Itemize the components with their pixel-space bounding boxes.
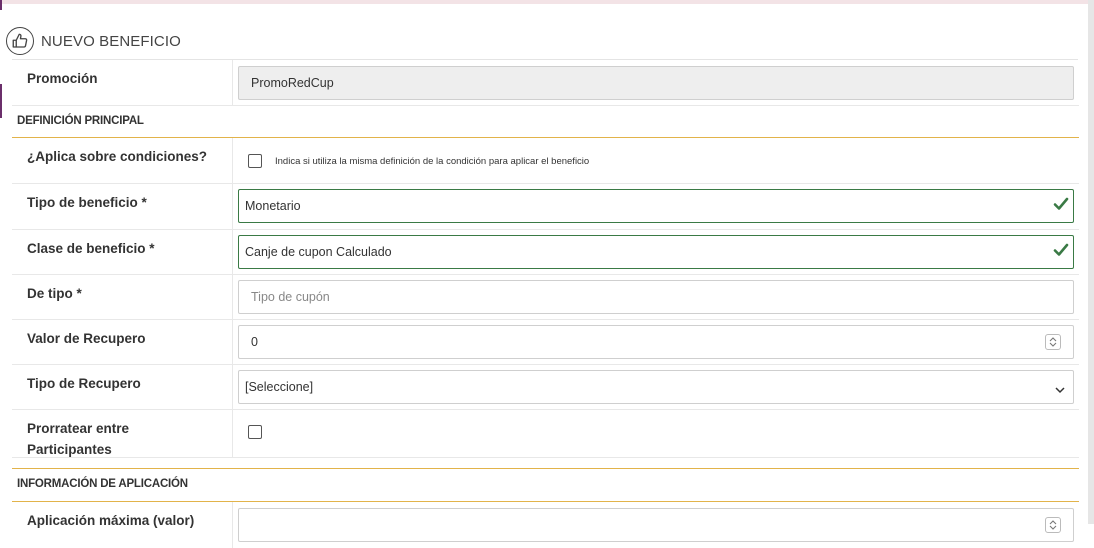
clase-beneficio-row: Clase de beneficio * Canje de cupon Calc… [12, 230, 1079, 275]
valor-recupero-input[interactable]: 0 [238, 325, 1074, 359]
clase-beneficio-label: Clase de beneficio * [27, 241, 155, 256]
row-divider [232, 60, 233, 105]
number-spinner-icon[interactable] [1045, 334, 1061, 350]
aplicacion-maxima-row: Aplicación máxima (valor) [12, 502, 1079, 548]
aplica-hint: Indica si utiliza la misma definición de… [275, 156, 590, 167]
valor-recupero-value: 0 [251, 335, 258, 349]
de-tipo-input[interactable]: Tipo de cupón [238, 280, 1074, 314]
promocion-field: PromoRedCup [238, 66, 1074, 100]
top-bar [0, 0, 1094, 4]
aplicacion-maxima-label: Aplicación máxima (valor) [27, 513, 195, 528]
number-spinner-icon[interactable] [1045, 517, 1061, 533]
tipo-beneficio-select[interactable]: Monetario [238, 189, 1074, 223]
prorratear-row: Prorratear entre Participantes [12, 410, 1079, 458]
check-icon [1053, 242, 1069, 261]
row-divider [232, 502, 233, 548]
page-header: NUEVO BENEFICIO [6, 24, 181, 58]
prorratear-label: Prorratear entre Participantes [27, 418, 227, 460]
chevron-down-icon [1055, 383, 1065, 397]
de-tipo-label: De tipo * [27, 286, 82, 301]
tipo-recupero-row: Tipo de Recupero [Seleccione] [12, 365, 1079, 410]
page-title: NUEVO BENEFICIO [41, 32, 181, 50]
check-icon [1053, 196, 1069, 215]
row-divider [232, 410, 233, 457]
aplica-row: ¿Aplica sobre condiciones? Indica si uti… [12, 138, 1079, 184]
scrollbar[interactable] [1088, 0, 1094, 524]
clase-beneficio-value: Canje de cupon Calculado [245, 245, 392, 259]
row-divider [232, 365, 233, 409]
tipo-recupero-value: [Seleccione] [245, 380, 314, 394]
tipo-beneficio-row: Tipo de beneficio * Monetario [12, 184, 1079, 230]
row-divider [232, 320, 233, 364]
left-edge-marker [0, 0, 2, 10]
section-title: DEFINICIÓN PRINCIPAL [17, 115, 144, 127]
aplica-checkbox[interactable] [248, 154, 262, 168]
aplica-label: ¿Aplica sobre condiciones? [27, 149, 208, 164]
aplicacion-maxima-input[interactable] [238, 508, 1074, 542]
section-informacion-aplicacion: INFORMACIÓN DE APLICACIÓN [12, 469, 1079, 501]
section-definicion-principal: DEFINICIÓN PRINCIPAL [12, 106, 1079, 138]
row-divider [232, 275, 233, 319]
row-divider [232, 138, 233, 183]
tipo-recupero-select[interactable]: [Seleccione] [238, 370, 1074, 404]
valor-recupero-row: Valor de Recupero 0 [12, 320, 1079, 365]
prorratear-checkbox[interactable] [248, 425, 262, 439]
section-title: INFORMACIÓN DE APLICACIÓN [17, 478, 188, 490]
prorratear-label-line2: Participantes [27, 442, 112, 457]
left-edge-marker [0, 84, 2, 118]
row-divider [232, 230, 233, 274]
promocion-label: Promoción [27, 71, 98, 86]
valor-recupero-label: Valor de Recupero [27, 331, 146, 346]
thumbs-up-icon [6, 27, 34, 55]
promocion-row: Promoción PromoRedCup [12, 60, 1079, 106]
prorratear-label-line1: Prorratear entre [27, 421, 130, 436]
de-tipo-row: De tipo * Tipo de cupón [12, 275, 1079, 320]
tipo-recupero-label: Tipo de Recupero [27, 376, 141, 391]
tipo-beneficio-value: Monetario [245, 199, 301, 213]
clase-beneficio-select[interactable]: Canje de cupon Calculado [238, 235, 1074, 269]
row-divider [232, 184, 233, 229]
tipo-beneficio-label: Tipo de beneficio * [27, 195, 147, 210]
